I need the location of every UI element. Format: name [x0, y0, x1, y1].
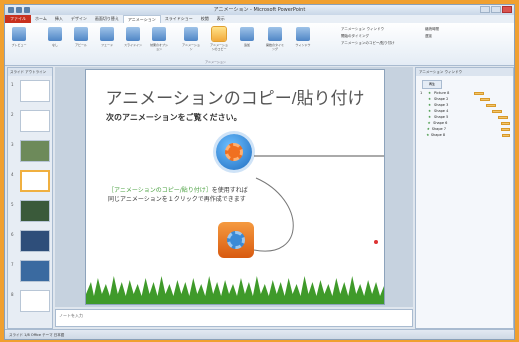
preview-icon: [12, 27, 26, 41]
slide-thumb-8[interactable]: [20, 290, 50, 312]
animation-list: 1 ★ Picture 8 ★ Shape 2 ★ Shape 3 ★ Shape 4 ★…: [420, 90, 510, 138]
tab-animations[interactable]: アニメーション: [122, 15, 161, 23]
slide-description[interactable]: ［アニメーションのコピー/貼り付け］を使用すれば 同じアニメーションを１クリック…: [108, 186, 248, 204]
minimize-button[interactable]: [480, 6, 490, 13]
slide-thumb-6[interactable]: [20, 230, 50, 252]
tab-insert[interactable]: 挿入: [51, 15, 67, 23]
list-item[interactable]: ★ Shape 8: [420, 132, 510, 138]
motion-path: [253, 155, 384, 252]
ribbon-text-1[interactable]: アニメーション ウィンドウ: [341, 27, 384, 32]
notes-pane[interactable]: ノートを入力: [55, 309, 413, 327]
slide-thumb-5[interactable]: [20, 200, 50, 222]
window-title: アニメーション - Microsoft PowerPoint: [213, 7, 306, 13]
tab-home[interactable]: ホーム: [31, 15, 51, 23]
flyin-icon: [126, 27, 140, 41]
none-icon: [48, 27, 62, 41]
slide-thumb-4[interactable]: [20, 170, 50, 192]
effect-options-button[interactable]: 効果のオプション: [149, 27, 169, 51]
tab-review[interactable]: 校閲: [197, 15, 213, 23]
slide[interactable]: アニメーションのコピー/貼り付け 次のアニメーションをご覧ください。 ［アニメー…: [85, 69, 385, 305]
thumb-number: 4: [11, 172, 14, 177]
pane-icon: [296, 27, 310, 41]
pane-button[interactable]: ウィンドウ: [293, 27, 313, 51]
thumb-number: 2: [11, 112, 14, 117]
thumb-number: 6: [11, 232, 14, 237]
animation-icon: [184, 27, 198, 41]
ribbon: プレビュー なし アピール フェード スライドイン 効果のオプション アニメーシ…: [5, 23, 514, 66]
animation-pane-header: アニメーション ウィンドウ: [416, 68, 513, 76]
tab-design[interactable]: デザイン: [67, 15, 91, 23]
trigger-button[interactable]: 開始のタイミング: [265, 27, 285, 51]
status-bar: スライド 1/8 Office テーマ 日本語: [5, 329, 514, 339]
slide-thumb-7[interactable]: [20, 260, 50, 282]
animation-painter-icon: [211, 26, 227, 42]
grass-image: [86, 276, 384, 304]
ribbon-tabs: ファイル ホーム 挿入 デザイン 画面切り替え アニメーション スライドショー …: [5, 15, 514, 23]
tab-slideshow[interactable]: スライドショー: [161, 15, 197, 23]
close-button[interactable]: [502, 6, 512, 13]
add-animation-button[interactable]: 追加: [237, 27, 257, 51]
slide-subtitle[interactable]: 次のアニメーションをご覧ください。: [106, 112, 242, 123]
thumb-number: 5: [11, 202, 14, 207]
animation-painter-button[interactable]: アニメーションのコピー: [209, 26, 229, 51]
anim-flyin-button[interactable]: スライドイン: [123, 27, 143, 51]
thumb-number: 3: [11, 142, 14, 147]
slide-thumb-1[interactable]: [20, 80, 50, 102]
ribbon-group-label: アニメーション: [205, 60, 226, 64]
tab-transitions[interactable]: 画面切り替え: [91, 15, 123, 23]
anim-appear-button[interactable]: アピール: [71, 27, 91, 51]
ribbon-text-2[interactable]: 開始のタイミング: [341, 34, 369, 39]
appear-icon: [74, 27, 88, 41]
thumb-number: 7: [11, 262, 14, 267]
ribbon-text-3[interactable]: アニメーションのコピー/貼り付け: [341, 41, 395, 46]
animation-button[interactable]: アニメーション: [181, 27, 201, 51]
thumb-number: 8: [11, 292, 14, 297]
preview-button[interactable]: プレビュー: [9, 27, 29, 51]
ribbon-text-4[interactable]: 継続時間: [425, 27, 439, 32]
trigger-icon: [268, 27, 282, 41]
maximize-button[interactable]: [491, 6, 501, 13]
app-window: アニメーション - Microsoft PowerPoint ファイル ホーム …: [4, 4, 515, 340]
window-controls: [480, 6, 512, 13]
tab-view[interactable]: 表示: [213, 15, 229, 23]
gear-orange-icon[interactable]: [218, 222, 254, 258]
anim-none-button[interactable]: なし: [45, 27, 65, 51]
ribbon-text-5[interactable]: 遅延: [425, 34, 432, 39]
slide-canvas: アニメーションのコピー/貼り付け 次のアニメーションをご覧ください。 ［アニメー…: [55, 67, 413, 307]
animation-pane: アニメーション ウィンドウ 再生 1 ★ Picture 8 ★ Shape 2 ★ S…: [415, 67, 514, 329]
effect-options-icon: [152, 27, 166, 41]
slides-panel: スライド アウトライン 1 2 3 4 5 6 7 8: [7, 67, 53, 329]
play-button[interactable]: 再生: [422, 80, 442, 89]
slide-title[interactable]: アニメーションのコピー/貼り付け: [86, 84, 384, 109]
add-animation-icon: [240, 27, 254, 41]
fade-icon: [100, 27, 114, 41]
slide-thumb-2[interactable]: [20, 110, 50, 132]
slide-thumb-3[interactable]: [20, 140, 50, 162]
thumb-number: 1: [11, 82, 14, 87]
tab-file[interactable]: ファイル: [5, 15, 31, 23]
anim-fade-button[interactable]: フェード: [97, 27, 117, 51]
title-bar: アニメーション - Microsoft PowerPoint: [5, 5, 514, 15]
slides-panel-header[interactable]: スライド アウトライン: [8, 68, 52, 76]
